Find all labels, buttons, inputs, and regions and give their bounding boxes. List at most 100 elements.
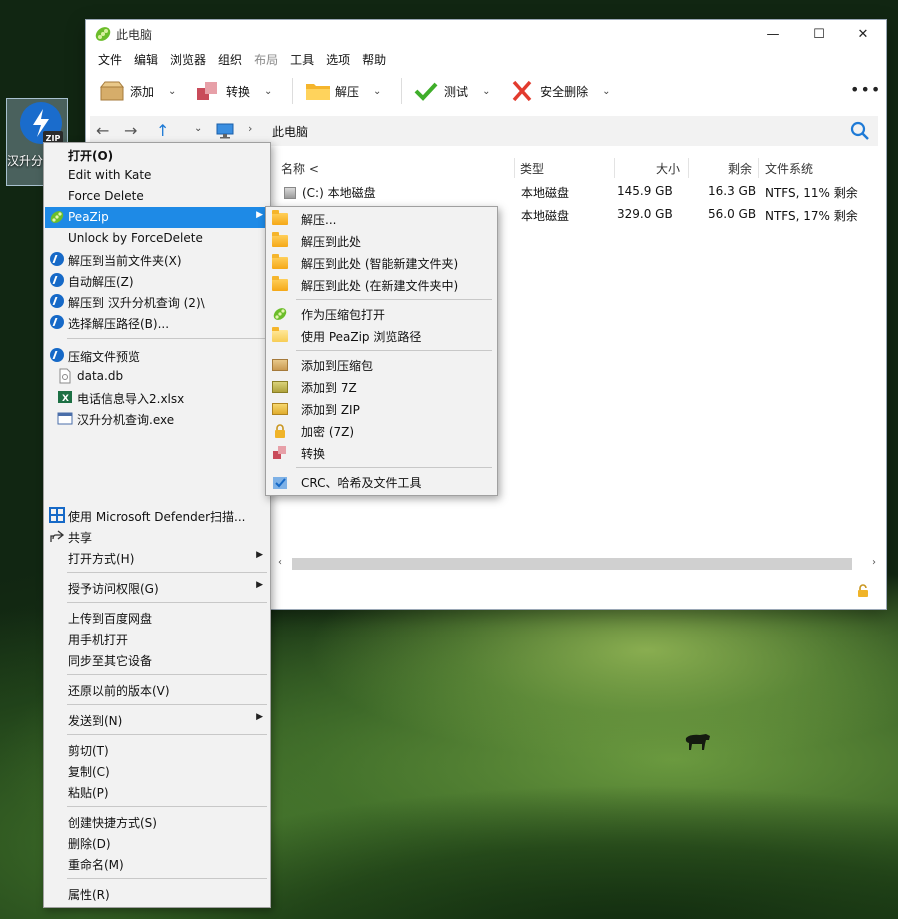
breadcrumb-path[interactable]: 此电脑 [272,123,308,140]
peazip-logo-icon [272,306,288,321]
menu-item-cut[interactable]: 剪切(T) [45,739,269,760]
lock-icon[interactable] [856,584,870,598]
menu-item-extract-here[interactable]: 解压到当前文件夹(X) [45,249,269,270]
folder-icon [272,232,288,248]
file-icon [57,368,73,384]
menu-item-copy[interactable]: 复制(C) [45,760,269,781]
menu-item-create-shortcut[interactable]: 创建快捷方式(S) [45,811,269,832]
menu-item-extract-to-folder[interactable]: 解压到 汉升分机查询 (2)\ [45,291,269,312]
menu-help[interactable]: 帮助 [356,48,392,70]
menu-tools[interactable]: 工具 [284,48,320,70]
menu-options[interactable]: 选项 [320,48,356,70]
column-divider[interactable] [514,158,515,178]
menu-item-send-to[interactable]: 发送到(N) ▶ [45,709,269,730]
menu-item-file-data-db[interactable]: data.db [45,366,269,387]
menu-organize[interactable]: 组织 [212,48,248,70]
more-options-icon[interactable]: ••• [850,80,881,99]
excel-icon: X [57,389,73,405]
scroll-right-icon[interactable]: › [872,557,876,568]
column-filesystem[interactable]: 文件系统 [765,160,813,177]
toolbar-divider [401,78,403,104]
menu-item-file-xlsx[interactable]: X 电话信息导入2.xlsx [45,387,269,408]
menu-item-open[interactable]: 打开(O) [45,144,269,165]
menu-item-open-on-phone[interactable]: 用手机打开 [45,628,269,649]
breadcrumb-chevron-icon[interactable]: › [248,122,252,135]
menu-item-grant-access[interactable]: 授予访问权限(G) ▶ [45,577,269,598]
peazip-extract-new-folder[interactable]: 解压到此处 (在新建文件夹中) [267,274,496,295]
peazip-add-7z[interactable]: 添加到 7Z [267,376,496,397]
menu-item-edit-kate[interactable]: Edit with Kate [45,165,269,186]
peazip-browse-path[interactable]: 使用 PeaZip 浏览路径 [267,325,496,346]
menu-item-open-with[interactable]: 打开方式(H) ▶ [45,547,269,568]
peazip-extract[interactable]: 解压... [267,208,496,229]
column-divider[interactable] [758,158,759,178]
column-divider[interactable] [614,158,615,178]
column-header: 名称 < 类型 大小 剩余 文件系统 [274,156,886,180]
menu-item-unlock-forcedelete[interactable]: Unlock by ForceDelete [45,228,269,249]
forward-arrow-icon[interactable]: → [124,121,137,140]
up-arrow-icon[interactable]: ↑ [156,121,169,140]
back-arrow-icon[interactable]: ← [96,121,109,140]
chevron-down-icon[interactable]: ⌄ [602,86,618,97]
menu-item-peazip[interactable]: PeaZip ▶ [45,207,269,228]
peazip-extract-here[interactable]: 解压到此处 [267,230,496,251]
peazip-encrypt-7z[interactable]: 加密 (7Z) [267,420,496,441]
peazip-add-zip[interactable]: 添加到 ZIP [267,398,496,419]
column-name[interactable]: 名称 < [281,160,319,177]
history-dropdown-icon[interactable]: ⌄ [194,123,202,134]
checkmark-icon [414,80,438,102]
menu-item-choose-path[interactable]: 选择解压路径(B)... [45,312,269,333]
chevron-down-icon[interactable]: ⌄ [482,86,498,97]
bandizip-icon [49,347,65,363]
menu-file[interactable]: 文件 [92,48,128,70]
table-row[interactable]: (C:) 本地磁盘 本地磁盘 145.9 GB 16.3 GB NTFS, 11… [274,181,874,203]
menu-edit[interactable]: 编辑 [128,48,164,70]
menu-item-force-delete[interactable]: Force Delete [45,186,269,207]
horizontal-scrollbar[interactable]: ‹ › [276,556,884,572]
menu-layout[interactable]: 布局 [248,48,284,70]
svg-text:X: X [62,394,69,404]
peazip-convert[interactable]: 转换 [267,442,496,463]
column-free[interactable]: 剩余 [728,160,752,177]
column-type[interactable]: 类型 [520,160,544,177]
menu-item-auto-extract[interactable]: 自动解压(Z) [45,270,269,291]
chevron-down-icon[interactable]: ⌄ [264,86,280,97]
menu-item-restore-versions[interactable]: 还原以前的版本(V) [45,679,269,700]
column-divider[interactable] [688,158,689,178]
menu-separator [67,806,267,807]
convert-icon [272,445,288,460]
menu-item-file-exe[interactable]: 汉升分机查询.exe [45,408,269,429]
peazip-extract-here-smart[interactable]: 解压到此处 (智能新建文件夹) [267,252,496,273]
menu-item-share[interactable]: 共享 [45,526,269,547]
peazip-hash-tools[interactable]: CRC、哈希及文件工具 [267,471,496,492]
peazip-add-to-archive[interactable]: 添加到压缩包 [267,354,496,375]
peazip-open-as-archive[interactable]: 作为压缩包打开 [267,303,496,324]
extract-button[interactable]: 解压 ⌄ [301,75,393,107]
column-size[interactable]: 大小 [656,160,680,177]
menu-item-upload-baidu[interactable]: 上传到百度网盘 [45,607,269,628]
menu-browser[interactable]: 浏览器 [164,48,212,70]
secure-delete-button[interactable]: 安全删除 ⌄ [506,75,622,107]
menu-item-delete[interactable]: 删除(D) [45,832,269,853]
computer-icon [216,123,234,139]
test-button[interactable]: 测试 ⌄ [410,75,502,107]
menu-separator [296,467,492,468]
maximize-button[interactable]: ☐ [796,20,842,48]
menu-item-rename[interactable]: 重命名(M) [45,853,269,874]
chevron-down-icon[interactable]: ⌄ [168,86,184,97]
add-button[interactable]: 添加 ⌄ [96,75,188,107]
menu-item-sync-devices[interactable]: 同步至其它设备 [45,649,269,670]
scrollbar-thumb[interactable] [292,558,852,570]
scroll-left-icon[interactable]: ‹ [278,557,282,568]
convert-button[interactable]: 转换 ⌄ [192,75,284,107]
minimize-button[interactable]: — [750,20,796,48]
menu-item-defender-scan[interactable]: 使用 Microsoft Defender扫描... [45,505,269,526]
menu-item-paste[interactable]: 粘贴(P) [45,781,269,802]
menu-item-properties[interactable]: 属性(R) [45,883,269,904]
title-bar[interactable]: 此电脑 — ☐ ✕ [86,20,886,48]
chevron-down-icon[interactable]: ⌄ [373,86,389,97]
search-icon[interactable] [850,121,870,141]
toolbar-divider [292,78,294,104]
close-button[interactable]: ✕ [840,20,886,48]
menu-item-archive-preview[interactable]: 压缩文件预览 [45,345,269,366]
